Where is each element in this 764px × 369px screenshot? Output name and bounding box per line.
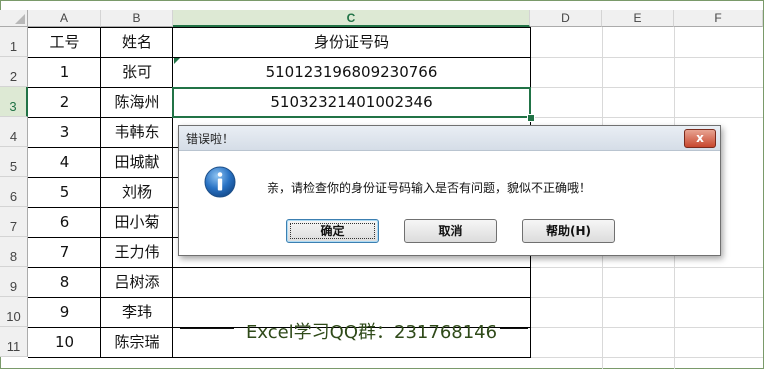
- cell-name[interactable]: 田小菊: [101, 207, 173, 237]
- cell-name[interactable]: 吕树添: [101, 267, 173, 297]
- watermark-text: Excel学习QQ群：231768146: [246, 322, 498, 343]
- ok-button[interactable]: 确定: [286, 219, 379, 243]
- cancel-button[interactable]: 取消: [404, 219, 497, 243]
- row-header-8[interactable]: 8: [0, 237, 28, 267]
- row-header-4[interactable]: 4: [0, 117, 28, 147]
- cell-id[interactable]: 5: [28, 177, 101, 207]
- cell-id[interactable]: 7: [28, 237, 101, 267]
- cell-id[interactable]: 2: [28, 87, 101, 117]
- row-header-6[interactable]: 6: [0, 177, 28, 207]
- column-header-a[interactable]: A: [28, 10, 101, 27]
- header-cell-name[interactable]: 姓名: [101, 27, 173, 57]
- watermark: Excel学习QQ群：231768146: [174, 318, 530, 343]
- row-header-1[interactable]: 1: [0, 27, 28, 57]
- cancel-button-label: 取消: [438, 224, 463, 238]
- row-header-5[interactable]: 5: [0, 147, 28, 177]
- row-header-3[interactable]: 3: [0, 87, 28, 117]
- active-cell-border: [172, 87, 531, 118]
- header-cell-id[interactable]: 工号: [28, 27, 101, 57]
- row-header-10[interactable]: 10: [0, 297, 28, 327]
- watermark-line-right: [500, 328, 528, 329]
- row-header-11[interactable]: 11: [0, 327, 28, 357]
- row-header-9[interactable]: 9: [0, 267, 28, 297]
- column-header-b[interactable]: B: [101, 10, 173, 27]
- gridline: [530, 117, 763, 118]
- row-header-7[interactable]: 7: [0, 207, 28, 237]
- cell-id[interactable]: 9: [28, 297, 101, 327]
- gridline: [530, 267, 763, 268]
- table-border: [28, 357, 531, 358]
- dialog-title: 错误啦！: [186, 132, 235, 146]
- watermark-line-left: [180, 328, 234, 329]
- cell-name[interactable]: 李玮: [101, 297, 173, 327]
- dialog-titlebar[interactable]: 错误啦！ x: [179, 126, 720, 151]
- close-icon: x: [696, 131, 704, 145]
- cell-name[interactable]: 陈宗瑞: [101, 327, 173, 357]
- select-all-corner[interactable]: [0, 10, 28, 27]
- cell-id[interactable]: 10: [28, 327, 101, 357]
- dialog-message: 亲，请检查你的身份证号码输入是否有问题，貌似不正确哦！: [267, 181, 592, 195]
- fill-handle[interactable]: [527, 114, 535, 122]
- column-header-c[interactable]: C: [173, 10, 530, 27]
- column-header-f[interactable]: F: [674, 10, 763, 27]
- error-dialog: 错误啦！ x 亲，请检查你的身份证号码输入是否有问题，貌似不正确哦！ 确定 取消…: [178, 125, 721, 256]
- help-button-label: 帮助(H): [545, 224, 591, 238]
- gridline: [530, 57, 763, 58]
- error-indicator-triangle[interactable]: [174, 58, 180, 64]
- cell-id[interactable]: 8: [28, 267, 101, 297]
- column-header-e[interactable]: E: [602, 10, 674, 27]
- cell-name[interactable]: 韦韩东: [101, 117, 173, 147]
- header-cell-idcard[interactable]: 身份证号码: [173, 27, 530, 57]
- info-icon: [204, 166, 236, 198]
- column-header-d[interactable]: D: [530, 10, 602, 27]
- close-button[interactable]: x: [684, 129, 716, 148]
- help-button[interactable]: 帮助(H): [522, 219, 615, 243]
- cell-name[interactable]: 张可: [101, 57, 173, 87]
- cell-name[interactable]: 陈海州: [101, 87, 173, 117]
- cell-id[interactable]: 6: [28, 207, 101, 237]
- cell-id[interactable]: 1: [28, 57, 101, 87]
- cell-id[interactable]: 3: [28, 117, 101, 147]
- cell-idcard[interactable]: 510123196809230766: [173, 57, 530, 87]
- focus-ring: [290, 223, 375, 239]
- gridline: [530, 87, 763, 88]
- cell-id[interactable]: 4: [28, 147, 101, 177]
- cell-name[interactable]: 王力伟: [101, 237, 173, 267]
- cell-name[interactable]: 田城献: [101, 147, 173, 177]
- row-header-2[interactable]: 2: [0, 57, 28, 87]
- gridline: [530, 297, 763, 298]
- cell-name[interactable]: 刘杨: [101, 177, 173, 207]
- gridline: [530, 327, 763, 328]
